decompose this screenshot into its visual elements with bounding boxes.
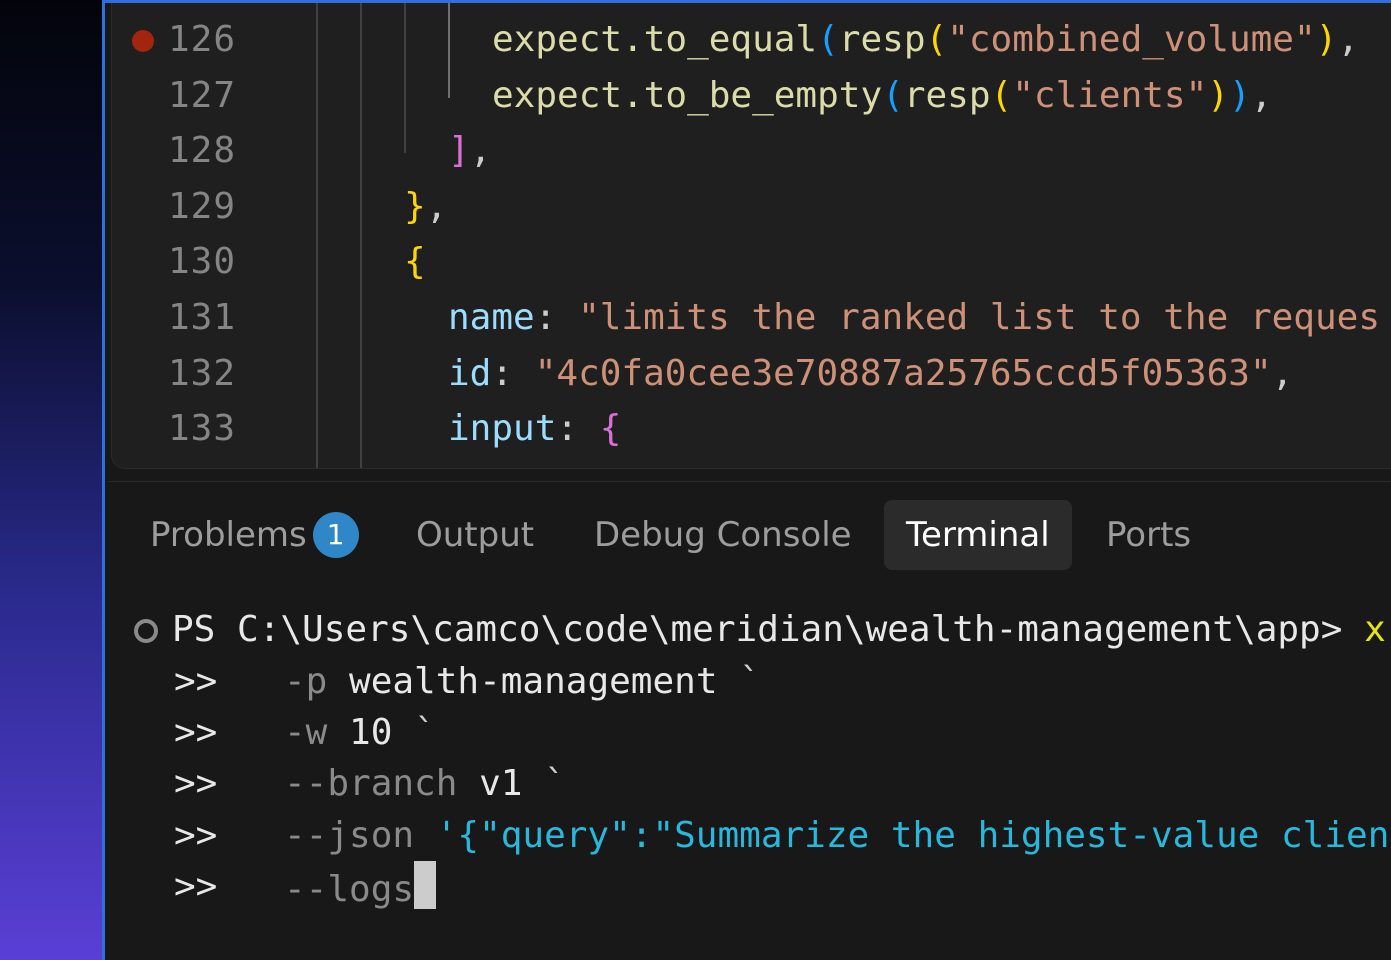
code-token: "clients" xyxy=(1012,74,1208,116)
code-token: : xyxy=(556,408,600,450)
code-text: expect.to_equal(resp("combined_volume"), xyxy=(492,13,1359,67)
code-editor[interactable]: 126 expect.to_equal(resp("combined_volume… xyxy=(111,3,1391,469)
line-number: 131 xyxy=(168,297,237,338)
code-token: ( xyxy=(925,19,948,60)
continuation-prompt: >> xyxy=(174,661,218,702)
tab-terminal[interactable]: Terminal xyxy=(884,500,1072,570)
code-token: ( xyxy=(990,74,1013,116)
code-token: name xyxy=(448,297,535,338)
code-token: expect.to_equal xyxy=(492,19,818,60)
terminal-text: v1 xyxy=(479,763,545,805)
code-token: "4c0fa0cee3e70887a25765ccd5f05363" xyxy=(534,352,1272,394)
tab-label: Output xyxy=(416,515,535,555)
tab-label: Problems xyxy=(150,515,307,555)
code-text: ], xyxy=(448,124,491,178)
terminal-text: --branch xyxy=(284,763,480,805)
terminal-text: wealth-management xyxy=(349,661,740,702)
code-text: expect.to_be_empty(resp("clients")), xyxy=(492,69,1272,123)
problems-count-badge: 1 xyxy=(312,512,359,558)
code-token: { xyxy=(599,408,622,450)
terminal-prompt: PS C:\Users\camco\code\meridian\wealth-m… xyxy=(172,609,1365,650)
tab-problems[interactable]: Problems 1 xyxy=(150,500,359,570)
breakpoint-icon[interactable] xyxy=(132,30,154,52)
code-line[interactable]: 126 expect.to_equal(resp("combined_volume… xyxy=(112,13,1391,67)
code-token: ) xyxy=(1315,19,1338,60)
continuation-prompt: >> xyxy=(174,712,218,754)
line-number: 126 xyxy=(168,19,237,60)
line-number: 128 xyxy=(168,130,237,172)
terminal-continuation-line: >> -w 10 ` xyxy=(108,707,1391,759)
code-line[interactable]: 129}, xyxy=(112,180,1391,234)
code-token: ( xyxy=(817,19,839,60)
code-token: "combined_volume" xyxy=(947,19,1316,60)
terminal-text: --json xyxy=(284,814,436,856)
terminal-continuation-line: >> --branch v1 ` xyxy=(108,758,1391,810)
continuation-prompt: >> xyxy=(174,814,218,856)
tab-label: Debug Console xyxy=(594,515,852,555)
terminal-prompt-line: PS C:\Users\camco\code\meridian\wealth-m… xyxy=(108,604,1391,656)
code-text: }, xyxy=(404,180,447,234)
code-token: ( xyxy=(882,74,904,116)
terminal-continuation-line: >> --logs xyxy=(108,860,1391,913)
panel-tabs: Problems 1 Output Debug Console Terminal Port… xyxy=(108,500,1391,570)
terminal-continuation-line: >> --json '{"query":"Summarize the highes… xyxy=(108,810,1391,862)
terminal-text: ` xyxy=(739,661,761,702)
code-line[interactable]: 133 input: { xyxy=(112,402,1391,456)
code-line[interactable]: 130 { xyxy=(112,235,1391,289)
code-token: : xyxy=(534,297,579,338)
tab-label: Terminal xyxy=(906,515,1050,555)
terminal-text: --logs xyxy=(284,868,415,910)
tab-debug-console[interactable]: Debug Console xyxy=(594,500,852,570)
line-number: 127 xyxy=(168,74,237,116)
code-token: expect.to_be_empty xyxy=(492,74,883,116)
code-token: , xyxy=(469,130,492,172)
line-number: 129 xyxy=(168,185,237,227)
continuation-prompt: >> xyxy=(174,865,218,907)
vscode-window: 126 expect.to_equal(resp("combined_volume… xyxy=(102,0,1391,960)
terminal-cursor xyxy=(414,860,437,909)
code-token: ) xyxy=(1228,74,1251,116)
code-text: { xyxy=(404,235,426,289)
code-line[interactable]: 128], xyxy=(112,124,1391,178)
code-token: , xyxy=(425,185,448,227)
terminal-text: -p xyxy=(284,661,350,702)
code-token: : xyxy=(491,352,535,394)
code-token: ] xyxy=(448,130,470,172)
command-status-icon[interactable] xyxy=(134,619,158,643)
code-token: id xyxy=(448,352,492,394)
code-line[interactable]: 132 id: "4c0fa0cee3e70887a25765ccd5f05363… xyxy=(112,347,1391,401)
command-name: x xyxy=(1364,609,1386,650)
line-number: 132 xyxy=(168,352,237,394)
tab-label: Ports xyxy=(1106,515,1192,555)
code-token: { xyxy=(404,241,426,283)
code-line[interactable]: 131 name: "limits the ranked list to the … xyxy=(112,291,1391,345)
terminal-text: '{"query":"Summarize the highest-value c… xyxy=(435,814,1390,856)
code-token: ) xyxy=(1207,74,1229,116)
line-number: 133 xyxy=(168,408,237,450)
code-token: , xyxy=(1271,352,1294,394)
tab-ports[interactable]: Ports xyxy=(1106,500,1191,570)
terminal-text: ` xyxy=(414,712,436,754)
terminal-text: 10 xyxy=(349,712,415,754)
code-text: input: { xyxy=(448,402,621,456)
code-text: id: "4c0fa0cee3e70887a25765ccd5f05363", xyxy=(448,347,1293,401)
code-token: resp xyxy=(903,74,991,116)
code-token: , xyxy=(1250,74,1273,116)
terminal-text: ` xyxy=(544,763,566,805)
code-line[interactable]: 127 expect.to_be_empty(resp("clients")), xyxy=(112,69,1391,123)
continuation-prompt: >> xyxy=(174,763,218,805)
code-token: input xyxy=(448,408,557,450)
terminal-continuation-line: >> -p wealth-management ` xyxy=(108,656,1391,708)
bottom-panel: Problems 1 Output Debug Console Terminal Port… xyxy=(108,481,1391,960)
terminal-text: -w xyxy=(284,712,350,754)
tab-output[interactable]: Output xyxy=(416,500,534,570)
code-token: } xyxy=(404,185,426,227)
code-text: name: "limits the ranked list to the req… xyxy=(448,291,1380,345)
code-token: resp xyxy=(838,19,926,60)
code-token: "limits the ranked list to the reques xyxy=(578,297,1380,338)
code-token: , xyxy=(1337,19,1360,60)
line-number: 130 xyxy=(168,241,237,283)
